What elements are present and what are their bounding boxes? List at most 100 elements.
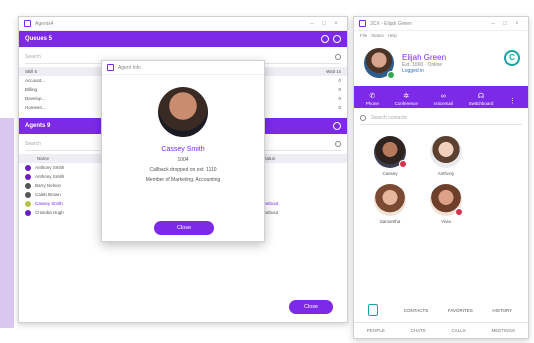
agent-name: Anthony Smith: [35, 173, 65, 179]
agent-name: Caleb Brown: [35, 191, 61, 197]
presence-dot: [25, 200, 31, 207]
person-avatar: [374, 136, 407, 168]
bell-icon[interactable]: [321, 35, 329, 43]
action-label: Switchboard: [468, 101, 494, 106]
app-icon: [107, 64, 114, 71]
search-icon[interactable]: [360, 114, 366, 121]
label-contacts[interactable]: CONTACTS: [404, 308, 428, 313]
queues-search-input[interactable]: Search: [25, 54, 41, 60]
user-name: Elijah Green: [402, 52, 447, 62]
queues-header: Queues 5: [19, 31, 347, 47]
agent-status: [256, 172, 347, 181]
tab-people[interactable]: PEOPLE: [367, 328, 385, 333]
agent-info-popup: Agent Info Cassey Smith 1004 Callback dr…: [101, 60, 265, 242]
conference-icon: ✲: [403, 93, 410, 100]
more-button[interactable]: ⋮: [509, 97, 516, 106]
popup-close-button[interactable]: Close: [154, 221, 214, 235]
app-icon: [24, 20, 31, 27]
bottom-labels: CONTACTS FAVORITES HISTORY: [394, 308, 522, 313]
agent-name: Cristoba Hugh: [35, 209, 64, 215]
presence-dot: [25, 209, 31, 216]
main-titlebar: Agents4 – □ ×: [19, 17, 347, 31]
tab-meetings[interactable]: MEETINGS: [492, 328, 516, 333]
headset-icon: ☊: [477, 93, 485, 100]
voicemail-button[interactable]: ∞ Voicemail: [434, 93, 453, 106]
user-header: Elijah Green Ext. 1000 · Online Logged i…: [354, 40, 528, 86]
online-status-icon: [387, 71, 395, 79]
user-role: Ext. 1000 · Online: [402, 61, 443, 68]
col-wait[interactable]: Wait 1s: [265, 67, 347, 76]
menu-status[interactable]: Status: [371, 33, 384, 38]
agent-extension: 1004: [177, 157, 189, 163]
user-avatar[interactable]: [364, 48, 395, 79]
more-icon: ⋮: [509, 98, 517, 105]
maximize-icon[interactable]: □: [318, 21, 330, 27]
agent-name: Cassey Smith: [161, 146, 205, 153]
action-label: Voicemail: [433, 101, 453, 106]
action-label: Conference: [394, 101, 418, 106]
popup-title: Agent Info: [118, 64, 141, 71]
agents-title: Agents 9: [25, 123, 51, 129]
contact-title: 3CX - Elijah Green: [370, 20, 412, 27]
contact-search[interactable]: Search contacts: [360, 111, 522, 125]
voicemail-icon: ∞: [440, 93, 446, 100]
presence-dot: [25, 164, 31, 171]
action-bar: ✆ Phone ✲ Conference ∞ Voicemail ☊ Switchboa…: [354, 86, 528, 108]
minimize-icon[interactable]: –: [306, 21, 318, 27]
minimize-icon[interactable]: –: [487, 21, 499, 27]
presence-dot: [25, 182, 31, 189]
agent-status: [256, 181, 347, 190]
agent-name: Cassey Smith: [35, 200, 63, 206]
agent-avatar: [158, 87, 208, 137]
trash-icon[interactable]: [368, 304, 378, 316]
main-title: Agents4: [35, 20, 54, 27]
agent-name: Barry Nelson: [35, 182, 62, 188]
tab-chats[interactable]: CHATS: [411, 328, 426, 333]
agent-status: Outbout: [262, 201, 279, 206]
contact-search-input[interactable]: Search contacts: [371, 115, 407, 121]
user-status[interactable]: Logged in: [402, 68, 446, 74]
gear-icon[interactable]: [333, 122, 341, 130]
agent-status: [256, 190, 347, 199]
cell-wait: 0: [338, 87, 341, 92]
person-card[interactable]: Cassey: [362, 136, 418, 176]
footer-tabs: PEOPLE CHATS CALLS MEETINGS: [354, 322, 528, 338]
menu-help[interactable]: Help: [388, 33, 397, 38]
phone-icon: ✆: [369, 93, 376, 100]
person-avatar: [374, 184, 406, 216]
contact-titlebar: 3CX - Elijah Green – □ ×: [354, 17, 528, 31]
person-card[interactable]: Anthony: [418, 136, 474, 176]
presence-dot: [25, 173, 31, 180]
member-info: Member of Marketing, Accounting: [145, 177, 221, 183]
callback-info: Callback dropped on ext. 1110: [149, 167, 217, 173]
person-card[interactable]: Samantha: [362, 184, 418, 224]
search-icon[interactable]: [335, 53, 341, 60]
menu-file[interactable]: File: [360, 33, 367, 38]
presence-dot: [25, 191, 31, 198]
label-favorites[interactable]: FAVORITES: [448, 308, 473, 313]
gear-icon[interactable]: [333, 35, 341, 43]
person-name: Vivia: [441, 219, 451, 224]
person-avatar: [430, 184, 463, 216]
agents-search-input[interactable]: Search: [25, 141, 41, 147]
brand-logo-icon: C: [504, 50, 520, 66]
phone-button[interactable]: ✆ Phone: [366, 92, 379, 106]
search-icon[interactable]: [335, 140, 341, 147]
conference-button[interactable]: ✲ Conference: [395, 92, 418, 106]
tab-calls[interactable]: CALLS: [451, 328, 465, 333]
label-history[interactable]: HISTORY: [492, 308, 512, 313]
cell-wait: 0: [338, 105, 341, 110]
agent-name: Anthony Smith: [35, 164, 65, 170]
person-name: Anthony: [437, 171, 455, 176]
contact-window: 3CX - Elijah Green – □ × File Status Hel…: [353, 16, 529, 339]
close-icon[interactable]: ×: [511, 21, 523, 27]
app-icon: [359, 20, 366, 27]
background-accent: [0, 118, 14, 328]
person-card[interactable]: Vivia: [418, 184, 474, 224]
switchboard-button[interactable]: ☊ Switchboard: [469, 92, 494, 106]
col-status[interactable]: Status: [256, 154, 347, 163]
person-name: Cassey: [382, 171, 398, 176]
close-icon[interactable]: ×: [330, 21, 342, 27]
close-button[interactable]: Close: [289, 300, 333, 314]
maximize-icon[interactable]: □: [499, 21, 511, 27]
